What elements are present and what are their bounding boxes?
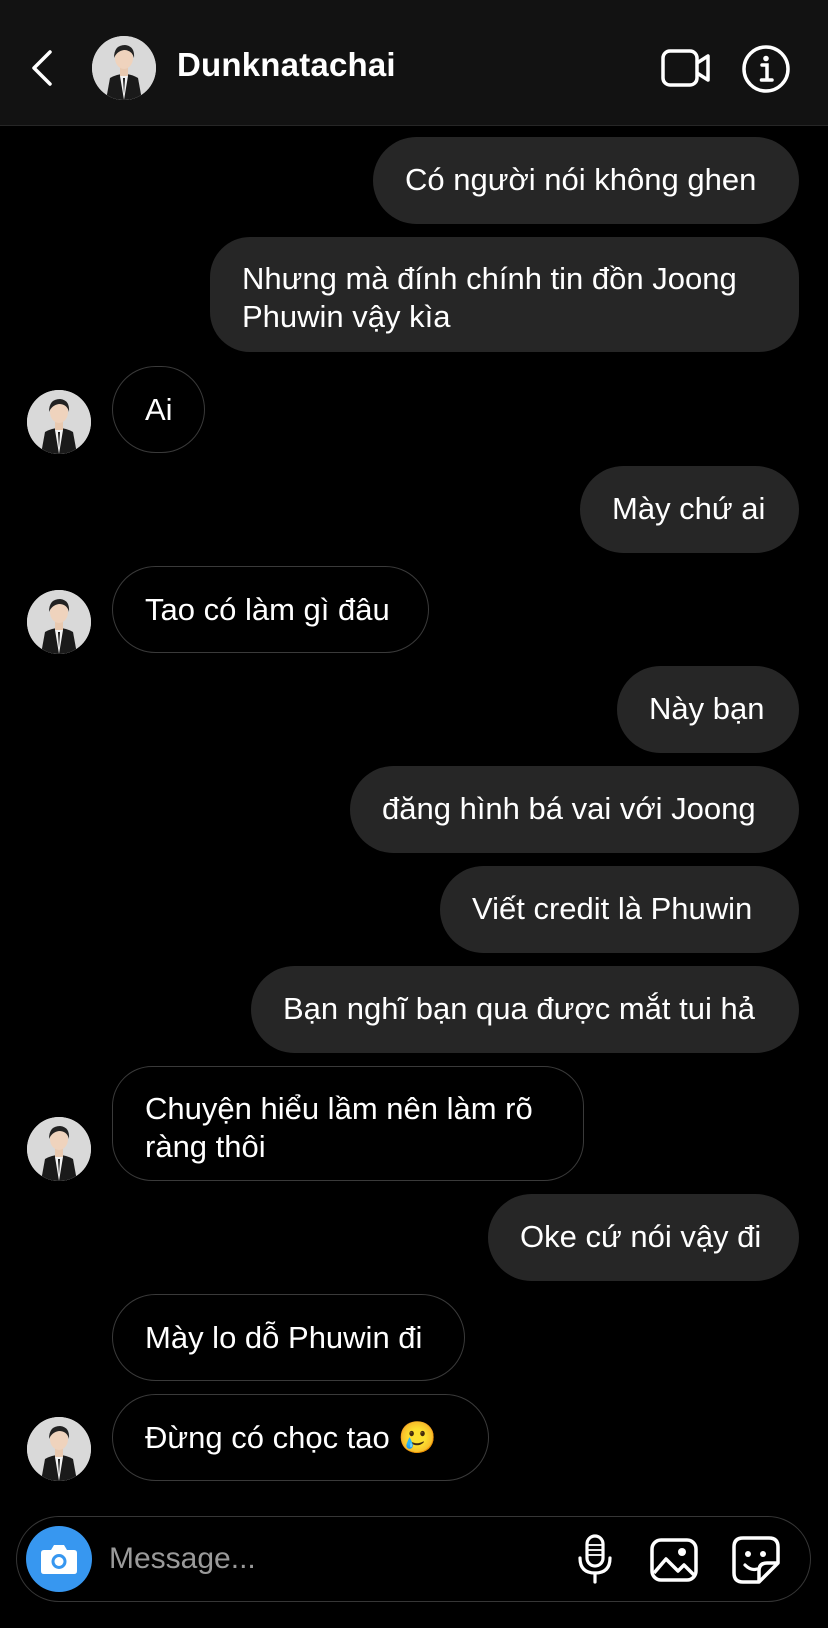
message-bubble-outgoing[interactable]: Này bạn — [617, 666, 799, 753]
message-bubble-incoming[interactable]: Ai — [112, 366, 205, 453]
contact-avatar-small[interactable] — [27, 1117, 91, 1181]
message-bubble-outgoing[interactable]: Viết credit là Phuwin — [440, 866, 799, 953]
message-bubble-outgoing[interactable]: đăng hình bá vai với Joong — [350, 766, 799, 853]
back-button[interactable] — [26, 46, 62, 90]
message-bubble-incoming[interactable]: Đừng có chọc tao 🥲 — [112, 1394, 489, 1481]
message-composer — [16, 1516, 811, 1602]
message-bubble-outgoing[interactable]: Bạn nghĩ bạn qua được mắt tui hả — [251, 966, 799, 1053]
contact-avatar-small[interactable] — [27, 1417, 91, 1481]
microphone-icon — [578, 1534, 612, 1584]
message-bubble-outgoing[interactable]: Có người nói không ghen — [373, 137, 799, 224]
contact-avatar[interactable] — [92, 36, 156, 100]
chevron-left-icon — [32, 50, 52, 86]
sticker-icon — [732, 1536, 780, 1584]
message-bubble-outgoing[interactable]: Nhưng mà đính chính tin đồn Joong Phuwin… — [210, 237, 799, 352]
camera-icon — [41, 1545, 77, 1574]
video-camera-icon — [661, 49, 710, 87]
message-input[interactable] — [107, 1533, 551, 1585]
message-bubble-outgoing[interactable]: Oke cứ nói vậy đi — [488, 1194, 799, 1281]
gallery-button[interactable] — [649, 1537, 699, 1583]
camera-button[interactable] — [26, 1526, 92, 1592]
contact-avatar-small[interactable] — [27, 390, 91, 454]
photo-gallery-icon — [650, 1538, 698, 1582]
info-button[interactable] — [741, 44, 791, 94]
message-bubble-outgoing[interactable]: Mày chứ ai — [580, 466, 799, 553]
contact-avatar-small[interactable] — [27, 590, 91, 654]
message-bubble-incoming[interactable]: Chuyện hiểu lầm nên làm rõ ràng thôi — [112, 1066, 584, 1181]
video-call-button[interactable] — [660, 45, 712, 91]
chat-header: Dunknatachai — [0, 0, 828, 126]
info-icon — [742, 45, 790, 93]
message-bubble-incoming[interactable]: Tao có làm gì đâu — [112, 566, 429, 653]
sticker-button[interactable] — [731, 1535, 781, 1585]
contact-name[interactable]: Dunknatachai — [177, 46, 396, 84]
message-bubble-incoming[interactable]: Mày lo dỗ Phuwin đi — [112, 1294, 465, 1381]
voice-message-button[interactable] — [575, 1533, 615, 1585]
